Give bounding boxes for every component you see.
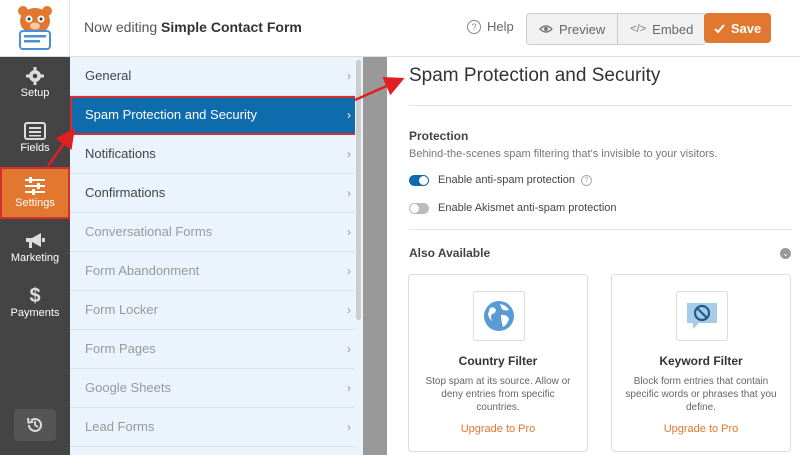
- submenu-item-google-sheets[interactable]: Google Sheets ›: [70, 369, 363, 408]
- embed-label: Embed: [652, 21, 694, 37]
- save-label: Save: [730, 20, 762, 36]
- submenu-item-general[interactable]: General ›: [70, 57, 363, 96]
- preview-embed-group: Preview </> Embed: [526, 13, 707, 45]
- submenu-item-notifications[interactable]: Notifications ›: [70, 135, 363, 174]
- wpforms-logo[interactable]: [0, 0, 70, 56]
- collapse-chevron-icon[interactable]: ⌄: [780, 248, 791, 259]
- nav-payments[interactable]: $ Payments: [0, 277, 70, 329]
- nav-payments-label: Payments: [10, 307, 60, 319]
- nav-setup[interactable]: Setup: [0, 57, 70, 109]
- nav-settings-label: Settings: [15, 197, 55, 209]
- preview-button[interactable]: Preview: [527, 14, 617, 44]
- panel-divider: [363, 57, 387, 455]
- gear-icon: [26, 67, 44, 85]
- top-bar: Now editing Simple Contact Form ? Help P…: [0, 0, 800, 57]
- help-icon[interactable]: ?: [580, 175, 592, 186]
- nav-marketing-label: Marketing: [10, 252, 60, 264]
- keyword-filter-card: Keyword Filter Block form entries that c…: [611, 274, 791, 452]
- chevron-right-icon: ›: [347, 69, 351, 83]
- protection-title: Protection: [409, 129, 469, 143]
- chevron-right-icon: ›: [347, 264, 351, 278]
- nav-marketing[interactable]: Marketing: [0, 222, 70, 274]
- form-name: Simple Contact Form: [161, 19, 302, 35]
- keyword-filter-icon-box: [676, 291, 728, 341]
- card-description: Block form entries that contain specific…: [625, 376, 777, 413]
- submenu-item-label: Spam Protection and Security: [85, 107, 257, 122]
- submenu-item-form-abandonment[interactable]: Form Abandonment ›: [70, 252, 363, 291]
- megaphone-icon: [26, 233, 45, 248]
- submenu-item-label: Form Pages: [85, 341, 156, 356]
- revisions-button[interactable]: [14, 409, 56, 441]
- help-icon: ?: [467, 19, 481, 34]
- submenu-item-label: Google Sheets: [85, 380, 172, 395]
- card-description: Stop spam at its source. Allow or deny e…: [425, 376, 571, 413]
- chevron-right-icon: ›: [347, 303, 351, 317]
- submenu-item-label: Form Locker: [85, 302, 158, 317]
- submenu-item-label: Form Abandonment: [85, 263, 200, 278]
- submenu-scrollbar-thumb[interactable]: [356, 60, 361, 320]
- history-icon: [27, 417, 42, 432]
- editing-title: Now editing Simple Contact Form: [84, 19, 302, 35]
- block-comment-icon: [687, 303, 717, 329]
- divider: [409, 105, 792, 106]
- protection-description: Behind-the-scenes spam filtering that's …: [409, 148, 718, 160]
- upgrade-link[interactable]: Upgrade to Pro: [612, 423, 790, 435]
- list-icon: [24, 122, 46, 140]
- chevron-right-icon: ›: [347, 420, 351, 434]
- submenu-item-label: Lead Forms: [85, 419, 155, 434]
- chevron-right-icon: ›: [347, 225, 351, 239]
- submenu-item-spam-protection[interactable]: Spam Protection and Security ›: [70, 96, 363, 135]
- sliders-icon: [25, 177, 45, 195]
- divider: [409, 229, 792, 230]
- chevron-right-icon: ›: [347, 381, 351, 395]
- country-filter-card: Country Filter Stop spam at its source. …: [408, 274, 588, 452]
- upgrade-link[interactable]: Upgrade to Pro: [409, 423, 587, 435]
- eye-icon: [539, 25, 553, 33]
- embed-button[interactable]: </> Embed: [617, 14, 705, 44]
- checkmark-icon: [714, 23, 725, 33]
- chevron-right-icon: ›: [347, 186, 351, 200]
- dollar-icon: $: [29, 284, 41, 307]
- nav-fields[interactable]: Fields: [0, 112, 70, 164]
- submenu-item-form-locker[interactable]: Form Locker ›: [70, 291, 363, 330]
- submenu-item-label: Conversational Forms: [85, 224, 213, 239]
- preview-label: Preview: [559, 21, 606, 37]
- chevron-right-icon: ›: [347, 108, 351, 122]
- submenu-item-label: Confirmations: [85, 185, 166, 200]
- nav-fields-label: Fields: [20, 142, 50, 154]
- submenu-item-confirmations[interactable]: Confirmations ›: [70, 174, 363, 213]
- akismet-toggle[interactable]: [409, 203, 429, 214]
- settings-submenu: General › Spam Protection and Security › N…: [70, 57, 363, 455]
- chevron-right-icon: ›: [347, 147, 351, 161]
- help-button[interactable]: ? Help: [467, 19, 514, 34]
- chevron-right-icon: ›: [347, 342, 351, 356]
- submenu-item-label: Notifications: [85, 146, 156, 161]
- country-filter-icon-box: [473, 291, 525, 341]
- settings-panel: Spam Protection and Security Protection …: [387, 57, 800, 455]
- help-label: Help: [487, 19, 514, 34]
- submenu-item-lead-forms[interactable]: Lead Forms ›: [70, 408, 363, 447]
- globe-icon: [484, 301, 514, 331]
- bear-mascot-icon: [18, 6, 52, 50]
- submenu-item-form-pages[interactable]: Form Pages ›: [70, 330, 363, 369]
- nav-settings[interactable]: Settings: [0, 167, 70, 219]
- also-available-title: Also Available: [409, 246, 491, 260]
- card-title: Country Filter: [458, 354, 538, 368]
- builder-sidebar: Setup Fields Settings Marketing $ Paymen…: [0, 57, 70, 455]
- title-prefix: Now editing: [84, 19, 158, 35]
- card-title: Keyword Filter: [659, 354, 743, 368]
- akismet-label: Enable Akismet anti-spam protection: [438, 202, 617, 214]
- code-icon: </>: [630, 23, 647, 35]
- anti-spam-toggle[interactable]: [409, 175, 429, 186]
- save-button[interactable]: Save: [704, 13, 771, 43]
- submenu-item-conversational-forms[interactable]: Conversational Forms ›: [70, 213, 363, 252]
- panel-title: Spam Protection and Security: [409, 65, 661, 86]
- nav-setup-label: Setup: [20, 87, 50, 99]
- submenu-item-label: General: [85, 68, 132, 83]
- anti-spam-label: Enable anti-spam protection?: [438, 174, 592, 186]
